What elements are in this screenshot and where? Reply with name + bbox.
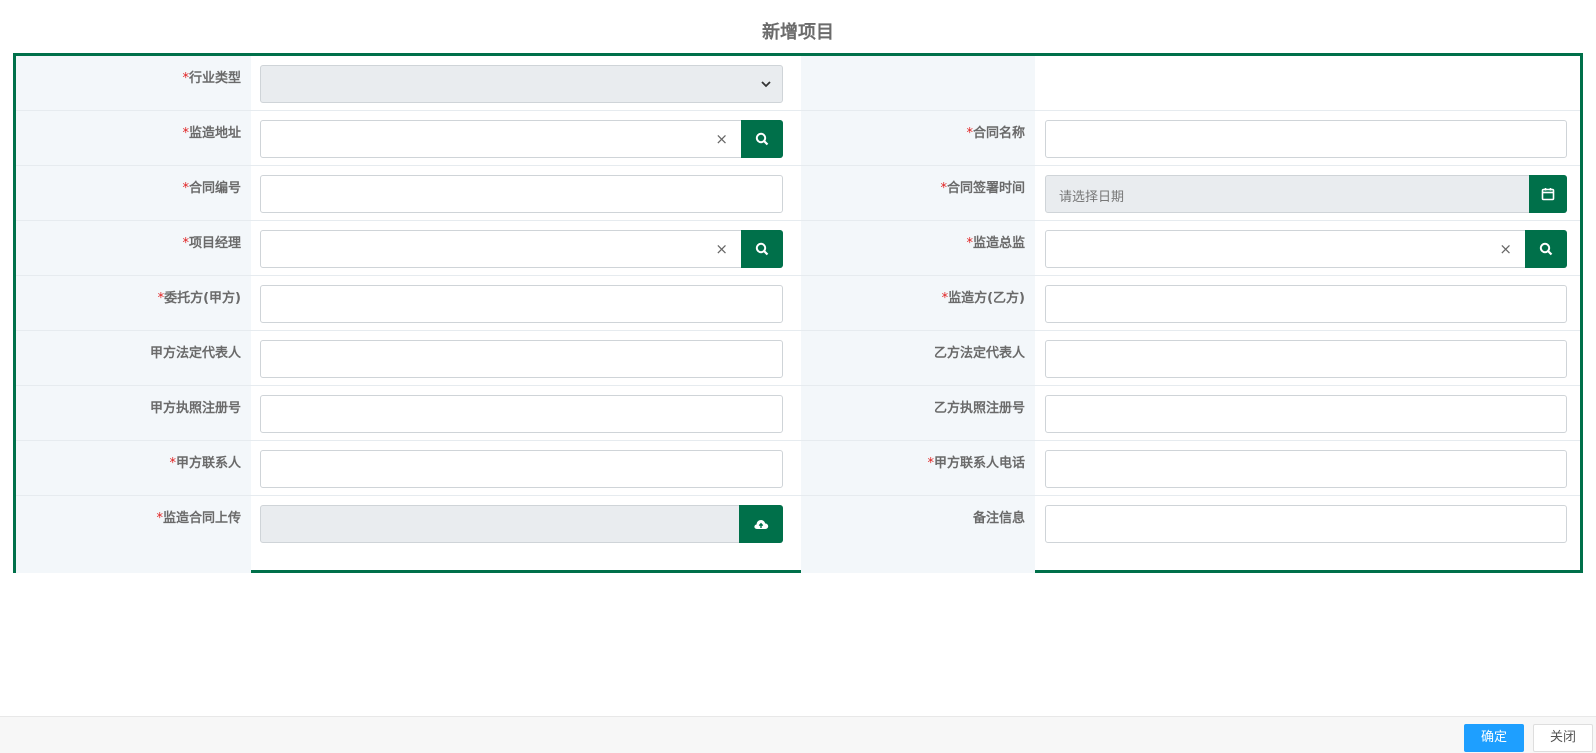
form-row: 甲方法定代表人 乙方法定代表人 [16, 331, 1580, 386]
form-row: *委托方(甲方) *监造方(乙方) [16, 276, 1580, 331]
remarks-label: 备注信息 [972, 511, 1025, 526]
confirm-button[interactable]: 确定 [1464, 724, 1524, 752]
contract-upload-input[interactable] [260, 505, 783, 543]
form-row: *项目经理 × *监造总监 × [16, 221, 1580, 276]
form-row: *行业类型 [16, 56, 1580, 111]
search-icon [755, 242, 769, 256]
project-manager-input[interactable]: × [260, 230, 783, 268]
a-license-input[interactable] [260, 395, 783, 433]
director-label: *监造总监 [966, 236, 1025, 251]
empty-label-cell [801, 56, 1035, 110]
a-legal-rep-input[interactable] [260, 340, 783, 378]
contract-no-label: *合同编号 [182, 181, 241, 196]
a-contact-input[interactable] [260, 450, 783, 488]
party-a-label: *委托方(甲方) [157, 291, 241, 306]
page-title: 新增项目 [762, 22, 834, 43]
b-license-input[interactable] [1045, 395, 1567, 433]
b-legal-rep-label: 乙方法定代表人 [933, 346, 1025, 361]
contract-no-input[interactable] [260, 175, 783, 213]
a-license-label: 甲方执照注册号 [149, 401, 241, 416]
party-a-input[interactable] [260, 285, 783, 323]
project-form: *行业类型 *监造地址 × *合同名称 *合同编号 *合同签署时间 请选择日期 [13, 53, 1583, 573]
contract-name-label: *合同名称 [966, 126, 1025, 141]
form-row: 甲方执照注册号 乙方执照注册号 [16, 386, 1580, 441]
calendar-button[interactable] [1529, 175, 1567, 213]
upload-button[interactable] [739, 505, 783, 543]
a-legal-rep-label: 甲方法定代表人 [149, 346, 241, 361]
sign-date-label: *合同签署时间 [940, 181, 1025, 196]
remarks-input[interactable] [1045, 505, 1567, 543]
industry-type-select[interactable] [260, 65, 783, 103]
sign-date-placeholder: 请选择日期 [1059, 190, 1125, 205]
dialog-footer [0, 716, 1596, 753]
director-search-button[interactable] [1525, 230, 1567, 268]
address-input[interactable]: × [260, 120, 783, 158]
address-search-button[interactable] [741, 120, 783, 158]
project-manager-search-button[interactable] [741, 230, 783, 268]
clear-icon[interactable]: × [715, 240, 728, 258]
clear-icon[interactable]: × [1499, 240, 1512, 258]
form-row: *合同编号 *合同签署时间 请选择日期 [16, 166, 1580, 221]
clear-icon[interactable]: × [715, 130, 728, 148]
chevron-down-icon [761, 81, 771, 88]
form-row: *甲方联系人 *甲方联系人电话 [16, 441, 1580, 496]
party-b-input[interactable] [1045, 285, 1567, 323]
director-input[interactable]: × [1045, 230, 1567, 268]
a-contact-label: *甲方联系人 [169, 456, 241, 471]
close-button[interactable]: 关闭 [1533, 724, 1593, 752]
b-license-label: 乙方执照注册号 [933, 401, 1025, 416]
cloud-upload-icon [754, 519, 769, 529]
b-legal-rep-input[interactable] [1045, 340, 1567, 378]
address-label: *监造地址 [182, 126, 241, 141]
a-contact-phone-label: *甲方联系人电话 [927, 456, 1025, 471]
search-icon [1539, 242, 1553, 256]
party-b-label: *监造方(乙方) [941, 291, 1025, 306]
search-icon [755, 132, 769, 146]
project-manager-label: *项目经理 [182, 236, 241, 251]
form-row: *监造合同上传 备注信息 [16, 496, 1580, 573]
sign-date-input[interactable]: 请选择日期 [1045, 175, 1567, 213]
form-row: *监造地址 × *合同名称 [16, 111, 1580, 166]
industry-type-label: *行业类型 [182, 71, 241, 86]
a-contact-phone-input[interactable] [1045, 450, 1567, 488]
contract-upload-label: *监造合同上传 [156, 511, 241, 526]
calendar-icon [1541, 188, 1555, 201]
contract-name-input[interactable] [1045, 120, 1567, 158]
